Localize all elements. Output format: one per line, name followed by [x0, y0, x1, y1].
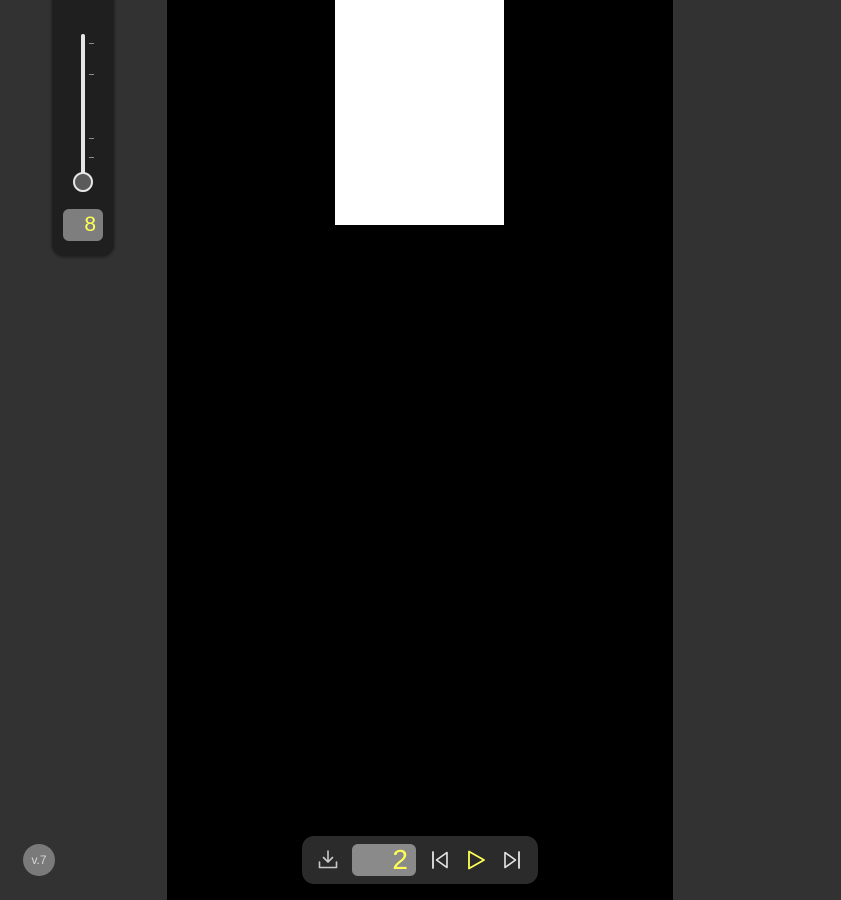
version-badge: v.7: [23, 844, 55, 876]
skip-back-icon: [432, 851, 448, 869]
playback-toolbar: 2: [302, 836, 538, 884]
slider-tick: [89, 138, 94, 139]
download-button[interactable]: [316, 848, 340, 872]
slider-tick: [89, 74, 94, 75]
play-button[interactable]: [464, 848, 488, 872]
slider-value[interactable]: 8: [63, 209, 103, 241]
download-icon: [318, 850, 338, 869]
skip-forward-icon: [504, 851, 520, 869]
skip-back-button[interactable]: [428, 848, 452, 872]
frame-number-field[interactable]: 2: [352, 844, 416, 876]
stage-area[interactable]: [167, 0, 673, 900]
slider-tick: [89, 157, 94, 158]
vertical-slider-panel: 8: [52, 0, 114, 256]
slider-track[interactable]: [81, 34, 85, 182]
slider-knob[interactable]: [73, 172, 93, 192]
skip-forward-button[interactable]: [500, 848, 524, 872]
canvas-frame[interactable]: [335, 0, 504, 225]
slider-tick: [89, 43, 94, 44]
play-icon: [468, 850, 485, 870]
